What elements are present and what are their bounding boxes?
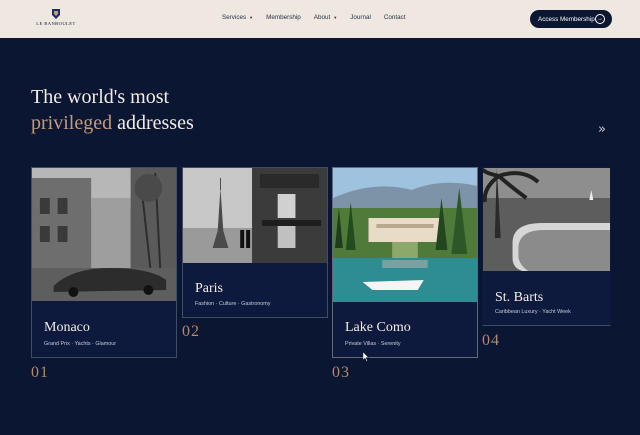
destination-card-paris[interactable]: Paris Fashion · Culture · Gastronomy — [182, 167, 328, 318]
card-number: 02 — [182, 323, 200, 340]
card-number: 04 — [482, 332, 500, 349]
card-subtitle: Caribbean Luxury · Yacht Week — [495, 309, 571, 315]
destination-card-lake-como[interactable]: Lake Como Private Villas · Serenity — [332, 167, 478, 358]
main-nav: Services ▼ Membership About ▼ Journal Co… — [222, 14, 406, 21]
double-chevron-right-icon[interactable]: » — [598, 122, 606, 137]
site-header: LE BANBOULET Services ▼ Membership About… — [0, 0, 640, 38]
logo-text: LE BANBOULET — [36, 21, 76, 26]
card-subtitle: Grand Prix · Yachts · Glamour — [44, 341, 116, 347]
destination-card-st-barts[interactable]: St. Barts Caribbean Luxury · Yacht Week — [482, 167, 611, 326]
arrow-circle-icon: → — [595, 14, 605, 24]
nav-services-label: Services — [222, 14, 247, 21]
card-subtitle: Fashion · Culture · Gastronomy — [195, 301, 271, 307]
card-title: Paris — [195, 281, 223, 296]
card-number: 01 — [31, 364, 49, 381]
monaco-image — [32, 168, 176, 301]
nav-about[interactable]: About ▼ — [314, 14, 337, 21]
mouse-cursor-icon — [363, 352, 369, 362]
nav-contact-label: Contact — [383, 14, 406, 21]
nav-membership-label: Membership — [266, 14, 301, 21]
card-title: St. Barts — [495, 290, 544, 305]
st-barts-image — [483, 168, 610, 271]
brand-logo[interactable]: LE BANBOULET — [34, 9, 78, 31]
nav-contact[interactable]: Contact — [384, 14, 406, 21]
chevron-down-icon: ▼ — [249, 15, 254, 20]
nav-journal[interactable]: Journal — [350, 14, 371, 21]
nav-membership[interactable]: Membership — [266, 14, 301, 21]
nav-journal-label: Journal — [350, 14, 371, 21]
headline-line2: addresses — [112, 112, 194, 134]
access-membership-label: Access Membership — [538, 15, 595, 23]
nav-about-label: About — [313, 14, 331, 21]
lake-como-image — [333, 168, 477, 302]
card-number: 03 — [332, 364, 350, 381]
card-title: Monaco — [44, 320, 90, 335]
headline-line1: The world's most — [31, 86, 170, 108]
card-title: Lake Como — [345, 320, 411, 335]
access-membership-button[interactable]: Access Membership → — [530, 10, 612, 28]
card-subtitle: Private Villas · Serenity — [345, 341, 401, 347]
hero-headline: The world's most privileged addresses — [31, 84, 194, 136]
nav-services[interactable]: Services ▼ — [222, 14, 253, 21]
destination-card-monaco[interactable]: Monaco Grand Prix · Yachts · Glamour — [31, 167, 177, 358]
crest-icon — [52, 9, 60, 19]
paris-image — [183, 168, 327, 263]
headline-accent: privileged — [31, 112, 113, 134]
chevron-down-icon: ▼ — [333, 15, 338, 20]
